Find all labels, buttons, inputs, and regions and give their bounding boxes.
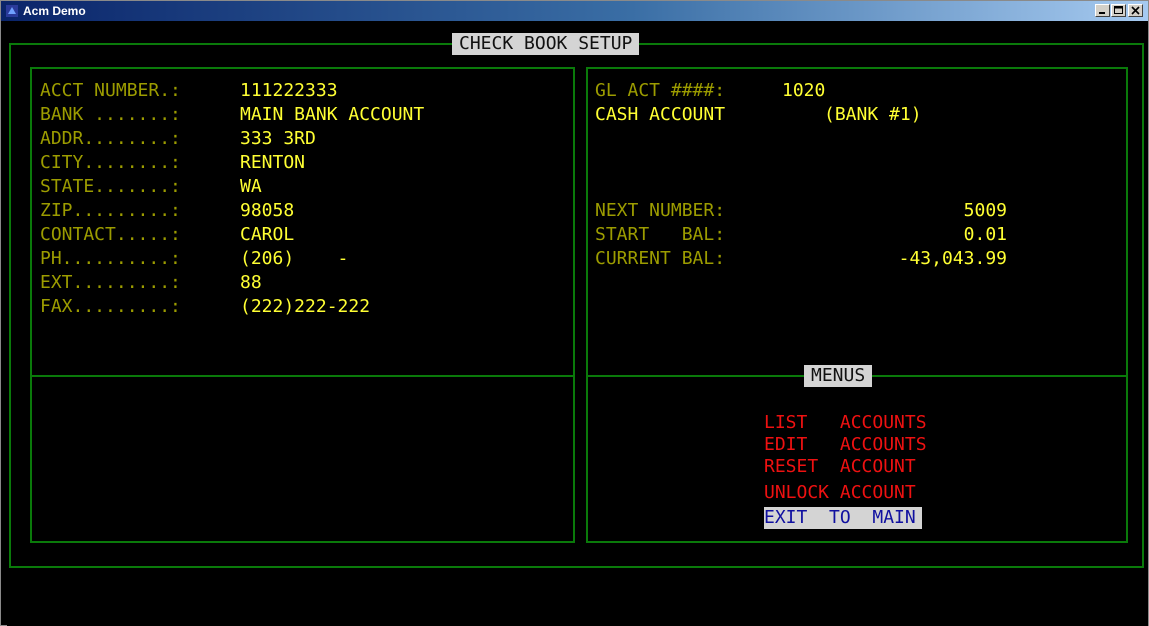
bank-value[interactable]: MAIN BANK ACCOUNT	[240, 104, 424, 126]
ext-value[interactable]: 88	[240, 272, 262, 294]
window-title: Acm Demo	[23, 4, 86, 18]
cash-account-value: (BANK #1)	[824, 104, 922, 125]
phone-value[interactable]: (206) -	[240, 248, 348, 270]
app-window: Acm Demo CHECK BOOK SETUP MENUS ACCT NUM…	[0, 0, 1149, 626]
menus-title: MENUS	[804, 365, 873, 387]
menu-item-reset-account[interactable]: RESET ACCOUNT	[764, 456, 916, 478]
contact-label: CONTACT.....:	[40, 224, 181, 245]
current-balance-label: CURRENT BAL:	[595, 248, 726, 269]
ext-label: EXT.........:	[40, 272, 181, 293]
addr-label: ADDR........:	[40, 128, 181, 149]
notes-panel	[30, 375, 575, 543]
contact-value[interactable]: CAROL	[240, 224, 294, 246]
bank-label: BANK .......:	[40, 104, 181, 125]
start-balance-label: START BAL:	[595, 224, 726, 245]
title-bar[interactable]: Acm Demo	[1, 1, 1148, 21]
acct-number-label: ACCT NUMBER.:	[40, 80, 181, 101]
menu-item-unlock-account[interactable]: UNLOCK ACCOUNT	[764, 482, 916, 504]
phone-label: PH..........:	[40, 248, 181, 269]
maximize-icon	[1114, 6, 1123, 14]
current-balance-value: -43,043.99	[898, 248, 1007, 269]
state-label: STATE.......:	[40, 176, 181, 197]
app-icon	[6, 5, 18, 17]
fax-label: FAX.........:	[40, 296, 181, 317]
start-balance-value[interactable]: 0.01	[867, 224, 1007, 246]
addr-value[interactable]: 333 3RD	[240, 128, 316, 150]
terminal-screen: CHECK BOOK SETUP MENUS ACCT NUMBER.: 111…	[7, 22, 1148, 626]
minimize-button[interactable]	[1095, 4, 1110, 17]
gl-account-label: GL ACT ####:	[595, 80, 726, 101]
menu-item-list-accounts[interactable]: LIST ACCOUNTS	[764, 412, 927, 434]
zip-value[interactable]: 98058	[240, 200, 294, 222]
city-value[interactable]: RENTON	[240, 152, 305, 174]
next-number-value[interactable]: 5009	[867, 200, 1007, 222]
menu-item-edit-accounts[interactable]: EDIT ACCOUNTS	[764, 434, 927, 456]
fax-value[interactable]: (222)222-222	[240, 296, 370, 318]
close-icon	[1131, 6, 1140, 15]
maximize-button[interactable]	[1111, 4, 1126, 17]
city-label: CITY........:	[40, 152, 181, 173]
state-value[interactable]: WA	[240, 176, 262, 198]
gl-account-value[interactable]: 1020	[782, 80, 825, 102]
screen-title: CHECK BOOK SETUP	[452, 33, 640, 55]
close-button[interactable]	[1128, 4, 1143, 17]
next-number-label: NEXT NUMBER:	[595, 200, 726, 221]
acct-number-value[interactable]: 111222333	[240, 80, 338, 102]
menu-item-exit-to-main[interactable]: EXIT TO MAIN	[764, 507, 922, 529]
minimize-icon	[1099, 12, 1105, 14]
zip-label: ZIP.........:	[40, 200, 181, 221]
cash-account-label: CASH ACCOUNT	[595, 104, 726, 125]
